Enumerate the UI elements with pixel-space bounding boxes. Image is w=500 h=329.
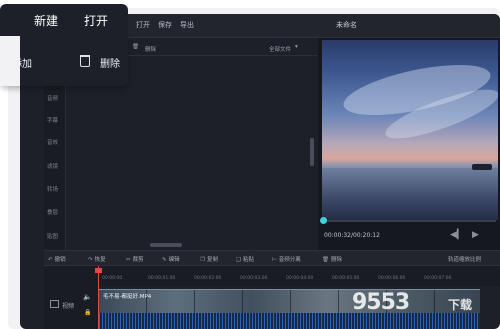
ruler-tick: 00:00:00 — [102, 276, 123, 281]
timeline-delete-label: 删除 — [330, 257, 342, 263]
trash-icon: 🗑 — [322, 257, 329, 263]
ruler-tick: 00:00:07.00 — [424, 276, 452, 281]
clip-thumbnail — [219, 290, 243, 313]
trash-icon[interactable] — [80, 55, 90, 67]
cut-label: 裁剪 — [132, 257, 144, 263]
media-horizontal-scrollbar[interactable] — [150, 243, 182, 247]
copy-icon: ❐ — [200, 257, 205, 263]
preview-progress-track[interactable] — [324, 220, 496, 222]
trash-icon[interactable]: 🗑 — [132, 44, 139, 50]
preview-panel: 00:00:32/00:20:12 ◀▎ ▶ — [318, 38, 500, 250]
track-zoom-label[interactable]: 轨道缩放比例 — [448, 255, 481, 263]
undo-icon: ↶ — [48, 257, 53, 263]
scissors-icon: ✂ — [126, 257, 131, 263]
redo-button[interactable]: ↷ 恢复 — [88, 255, 106, 263]
menu-save[interactable]: 保存 — [158, 20, 172, 30]
watermark-logo: 9553 — [352, 290, 410, 315]
audio-waveform[interactable] — [99, 313, 480, 329]
copy-label: 复制 — [206, 257, 218, 263]
document-title: 未命名 — [336, 21, 357, 29]
watermark-sub: 下载 — [448, 298, 473, 312]
ruler-tick: 00:00:05.00 — [332, 276, 360, 281]
ruler-tick: 00:00:03.00 — [240, 276, 268, 281]
preview-progress-knob[interactable] — [320, 217, 327, 224]
media-vertical-scrollbar[interactable] — [310, 138, 314, 166]
undo-button[interactable]: ↶ 撤销 — [48, 255, 66, 263]
video-clip[interactable] — [99, 289, 480, 313]
redo-label: 恢复 — [94, 257, 106, 263]
timeline-toolbar: ↶ 撤销 ↷ 恢复 ✂ 裁剪 ✎ 编辑 ❐ 复制 ❑ 粘贴 ⊢ 音频分离 🗑 删除 轨道缩放比例 — [44, 250, 500, 266]
play-icon[interactable]: ▶ — [472, 230, 479, 240]
video-track-label: 视频 — [62, 303, 75, 310]
clip-thumbnail — [267, 290, 291, 313]
undo-label: 撤销 — [54, 257, 66, 263]
side-tab-filter[interactable]: 滤镜 — [47, 162, 58, 170]
paste-button[interactable]: ❑ 粘贴 — [236, 255, 254, 263]
ruler-tick: 00:00:02.00 — [194, 276, 222, 281]
preview-timecode: 00:00:32/00:20:12 — [324, 232, 380, 239]
side-tab-sticker[interactable]: 贴图 — [47, 232, 58, 240]
side-tab-audio[interactable]: 音频 — [47, 94, 58, 102]
menu-open-large[interactable]: 打开 — [84, 12, 108, 29]
dropdown-arrow-icon: ▾ — [295, 44, 298, 50]
redo-icon: ↷ — [88, 257, 93, 263]
clip-thumbnail — [411, 290, 435, 313]
side-tab-overlay[interactable]: 叠层 — [47, 208, 58, 216]
file-menu-popover: 新建 打开 — [0, 4, 128, 36]
volume-icon[interactable]: 🔈 — [83, 293, 92, 301]
side-tab-subtitle[interactable]: 字幕 — [47, 116, 58, 124]
app-root: 打开 保存 导出 未命名 音频 字幕 音效 滤镜 转场 叠层 贴图 🗑 删除 全… — [0, 0, 500, 329]
paste-label: 粘贴 — [242, 257, 254, 263]
media-delete-button[interactable]: 删除 — [145, 45, 156, 53]
audio-split-label: 音频分离 — [278, 257, 301, 263]
audio-split-button[interactable]: ⊢ 音频分离 — [272, 255, 301, 263]
delete-button[interactable]: 删除 — [100, 55, 120, 70]
timeline-ruler[interactable]: 00:00:00 00:00:01.00 00:00:02.00 00:00:0… — [44, 266, 500, 286]
cut-button[interactable]: ✂ 裁剪 — [126, 255, 144, 263]
menu-new[interactable]: 新建 — [34, 12, 58, 29]
preview-rocks — [472, 164, 492, 170]
video-track-icon — [50, 300, 59, 308]
pencil-icon: ✎ — [162, 257, 167, 263]
side-tab-transition[interactable]: 转场 — [47, 185, 58, 193]
ruler-tick: 00:00:04.00 — [286, 276, 314, 281]
paste-icon: ❑ — [236, 257, 241, 263]
ruler-tick: 00:00:01.00 — [148, 276, 176, 281]
menu-open[interactable]: 打开 — [136, 20, 150, 30]
clip-thumbnail — [315, 290, 339, 313]
lock-icon[interactable]: 🔒 — [84, 309, 91, 316]
media-filter-dropdown[interactable]: 全部文件 — [269, 45, 291, 53]
timeline-delete-button[interactable]: 🗑 删除 — [322, 255, 342, 263]
split-icon: ⊢ — [272, 257, 277, 263]
side-tab-sfx[interactable]: 音效 — [47, 138, 58, 146]
menu-export[interactable]: 导出 — [180, 20, 194, 30]
copy-button[interactable]: ❐ 复制 — [200, 255, 218, 263]
ruler-tick: 00:00:06.00 — [378, 276, 406, 281]
playhead[interactable] — [98, 266, 99, 329]
preview-sea — [322, 168, 498, 220]
clip-name: 毛不易-都挺好.MP4 — [103, 294, 152, 300]
playhead-handle[interactable] — [95, 268, 102, 273]
add-button[interactable]: 添加 — [12, 55, 32, 70]
clip-thumbnail — [171, 290, 195, 313]
edit-label: 编辑 — [168, 257, 180, 263]
prev-frame-icon[interactable]: ◀▎ — [450, 230, 464, 240]
video-preview — [322, 40, 498, 220]
edit-button[interactable]: ✎ 编辑 — [162, 255, 180, 263]
